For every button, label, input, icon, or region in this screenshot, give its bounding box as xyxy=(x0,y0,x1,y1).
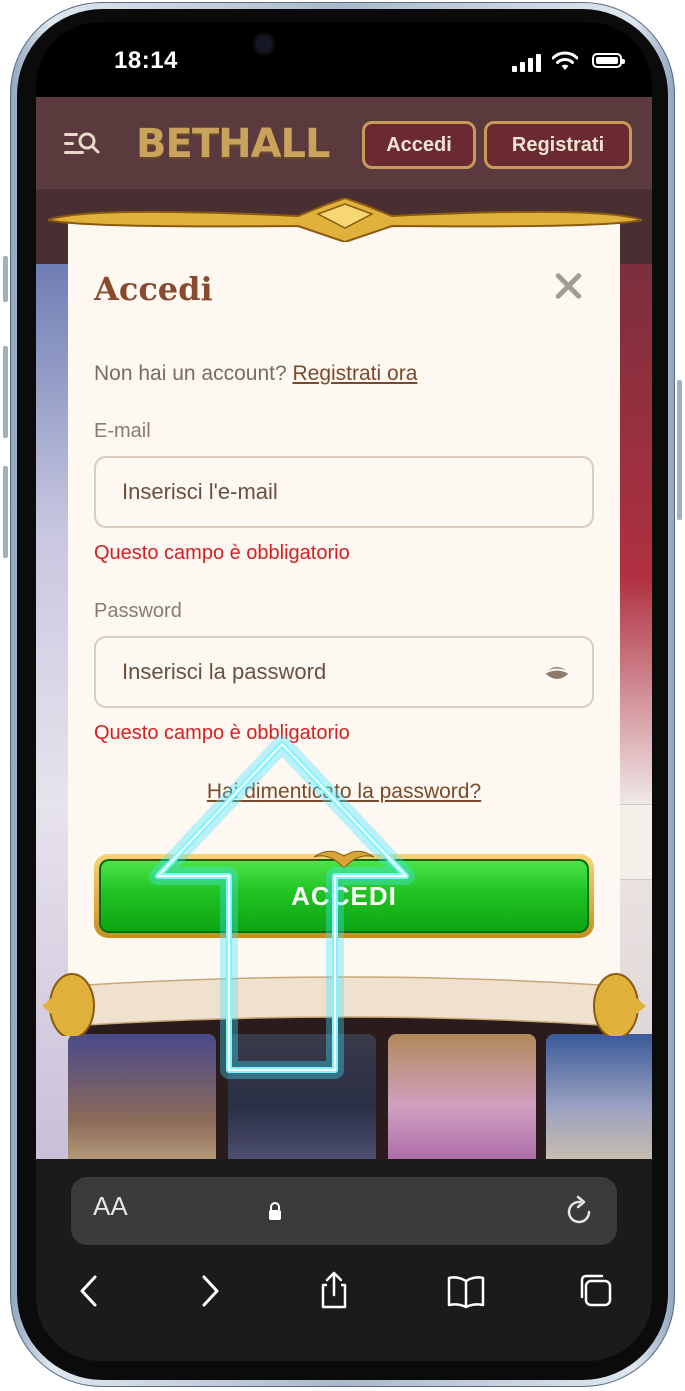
game-tile[interactable] xyxy=(228,1034,376,1179)
side-button xyxy=(3,256,8,302)
back-icon[interactable] xyxy=(70,1271,110,1311)
button-ornament-icon xyxy=(314,850,374,868)
close-icon[interactable] xyxy=(550,268,586,304)
tabs-icon[interactable] xyxy=(576,1271,616,1311)
header-login-button[interactable]: Accedi xyxy=(362,121,476,169)
eye-icon[interactable] xyxy=(544,664,570,682)
password-error: Questo campo è obbligatorio xyxy=(94,722,350,744)
status-time: 18:14 xyxy=(114,47,178,74)
register-now-link[interactable]: Registrati ora xyxy=(292,362,417,385)
site-logo[interactable]: BETHALL xyxy=(136,121,331,167)
camera-icon xyxy=(256,36,272,52)
signal-icon xyxy=(512,52,544,72)
side-button xyxy=(677,380,682,520)
password-placeholder: Inserisci la password xyxy=(122,659,327,684)
reload-icon[interactable] xyxy=(565,1195,595,1227)
password-label: Password xyxy=(94,600,182,622)
email-label: E-mail xyxy=(94,420,151,442)
bookmarks-icon[interactable] xyxy=(446,1271,486,1311)
no-account-row: Non hai un account? Registrati ora xyxy=(94,362,417,386)
forgot-password-link[interactable]: Hai dimenticato la password? xyxy=(68,780,620,804)
modal-title: Accedi xyxy=(94,270,213,308)
game-tile[interactable] xyxy=(388,1034,536,1179)
wifi-icon xyxy=(552,51,578,70)
email-error: Questo campo è obbligatorio xyxy=(94,542,350,564)
status-bar: 18:14 xyxy=(36,22,652,97)
address-bar[interactable]: AA xyxy=(71,1177,617,1245)
no-account-text: Non hai un account? xyxy=(94,362,287,385)
lock-icon xyxy=(269,1202,281,1220)
notch xyxy=(230,22,458,76)
login-submit-label: ACCEDI xyxy=(99,859,589,933)
forward-icon[interactable] xyxy=(189,1271,229,1311)
game-tile[interactable] xyxy=(68,1034,216,1179)
email-field[interactable]: Inserisci l'e-mail xyxy=(94,456,594,528)
side-button xyxy=(3,466,8,558)
menu-search-icon[interactable] xyxy=(64,131,100,157)
site-header: BETHALL Accedi Registrati xyxy=(36,97,652,189)
top-ornament-icon xyxy=(48,198,642,242)
game-tile[interactable] xyxy=(546,1034,652,1179)
battery-icon xyxy=(592,53,625,68)
login-modal: Accedi Non hai un account? Registrati or… xyxy=(68,222,620,1012)
text-size-button[interactable]: AA xyxy=(93,1191,128,1222)
scroll-bottom-ornament xyxy=(42,973,646,1036)
header-register-button[interactable]: Registrati xyxy=(484,121,632,169)
side-button xyxy=(3,346,8,438)
safari-toolbar: AA xyxy=(36,1159,652,1361)
screen: 18:14 BETHALL Accedi Registrati Accedi N… xyxy=(36,22,652,1361)
email-placeholder: Inserisci l'e-mail xyxy=(122,479,278,504)
background-nav-strip xyxy=(618,804,652,880)
status-icons xyxy=(512,51,625,72)
share-icon[interactable] xyxy=(314,1271,354,1311)
password-field[interactable]: Inserisci la password xyxy=(94,636,594,708)
